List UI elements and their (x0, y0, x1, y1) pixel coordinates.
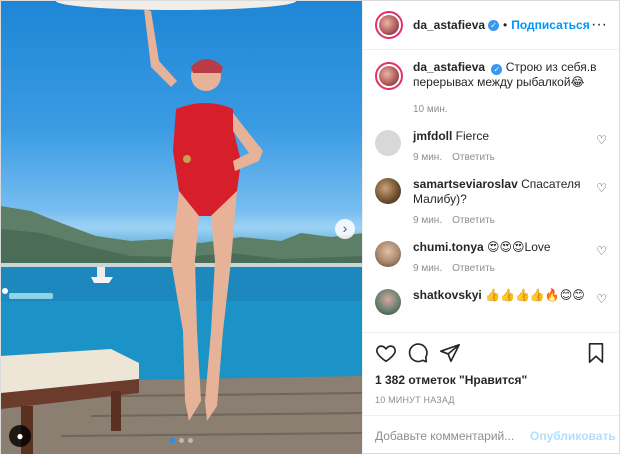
comment-item: shatkovskyi 👍👍👍👍🔥😊😊 ♡ (375, 288, 607, 315)
commenter-avatar[interactable] (375, 289, 401, 315)
comment-item: chumi.tonya 😍😍😍Love 9 мин. Ответить ♡ (375, 240, 607, 274)
comments-list[interactable]: da_astafieva ✓ Строю из себя.в перерывах… (363, 50, 619, 332)
carousel-dot (170, 438, 175, 443)
comment-like-heart-icon[interactable]: ♡ (593, 244, 607, 274)
bookmark-icon[interactable] (585, 342, 607, 364)
comment-username[interactable]: shatkovskyi (413, 288, 482, 302)
carousel-dot (188, 438, 193, 443)
heart-icon[interactable] (375, 342, 397, 364)
comment-item: jmfdoll Fierce 9 мин. Ответить ♡ (375, 129, 607, 163)
comment-username[interactable]: jmfdoll (413, 129, 452, 143)
author-avatar[interactable] (375, 62, 403, 90)
likes-count[interactable]: 1 382 отметок "Нравится" (375, 373, 607, 387)
post-side-panel: da_astafieva ✓ • Подписаться ··· da_asta… (362, 1, 619, 454)
post-caption: da_astafieva ✓ Строю из себя.в перерывах… (375, 60, 607, 115)
comment-input[interactable] (375, 428, 530, 443)
next-photo-button[interactable]: › (335, 219, 355, 239)
post-timestamp[interactable]: 10 МИНУТ НАЗАД (375, 395, 607, 405)
instagram-post: › ● da_astafieva ✓ • Подписаться ··· da_… (0, 0, 620, 454)
carousel-indicator (1, 438, 362, 443)
comment-like-heart-icon[interactable]: ♡ (593, 292, 607, 315)
caption-time[interactable]: 10 мин. (413, 104, 607, 115)
comment-text: Fierce (455, 129, 490, 143)
comment-time[interactable]: 9 мин. (413, 152, 442, 163)
comment-text: 😍😍😍Love (487, 240, 551, 254)
comment-username[interactable]: samartseviaroslav (413, 177, 518, 191)
comment-item: samartseviaroslav Спасателя Малибу)? 9 м… (375, 177, 607, 226)
author-avatar[interactable] (375, 11, 403, 39)
post-header: da_astafieva ✓ • Подписаться ··· (363, 1, 619, 50)
verified-badge-icon: ✓ (488, 19, 500, 31)
comment-time[interactable]: 9 мин. (413, 263, 442, 274)
header-separator: • (503, 18, 508, 32)
commenter-avatar[interactable] (375, 178, 401, 204)
comment-like-heart-icon[interactable]: ♡ (593, 133, 607, 163)
commenter-avatar[interactable] (375, 241, 401, 267)
comment-like-heart-icon[interactable]: ♡ (593, 181, 607, 226)
share-icon[interactable] (439, 342, 461, 364)
publish-button[interactable]: Опубликовать (530, 429, 616, 443)
post-actions: 1 382 отметок "Нравится" 10 МИНУТ НАЗАД (363, 332, 619, 405)
reply-button[interactable]: Ответить (452, 152, 495, 163)
reply-button[interactable]: Ответить (452, 263, 495, 274)
comment-username[interactable]: chumi.tonya (413, 240, 484, 254)
verified-badge-icon: ✓ (491, 64, 503, 75)
follow-button[interactable]: Подписаться (511, 18, 589, 32)
comment-time[interactable]: 9 мин. (413, 215, 442, 226)
add-comment-bar: Опубликовать (363, 415, 619, 454)
more-icon[interactable]: ··· (591, 16, 607, 34)
reply-button[interactable]: Ответить (452, 215, 495, 226)
comment-icon[interactable] (407, 342, 429, 364)
carousel-dot (179, 438, 184, 443)
action-icons (375, 341, 607, 365)
photo-illustration (1, 1, 362, 454)
caption-text: da_astafieva ✓ Строю из себя.в перерывах… (413, 60, 607, 90)
user-tags-icon[interactable]: ● (9, 425, 31, 447)
comment-text: 👍👍👍👍🔥😊😊 (485, 288, 585, 302)
commenter-avatar[interactable] (375, 130, 401, 156)
author-username[interactable]: da_astafieva (413, 18, 485, 32)
post-photo[interactable]: › ● (1, 1, 362, 454)
caption-username[interactable]: da_astafieva (413, 60, 485, 74)
